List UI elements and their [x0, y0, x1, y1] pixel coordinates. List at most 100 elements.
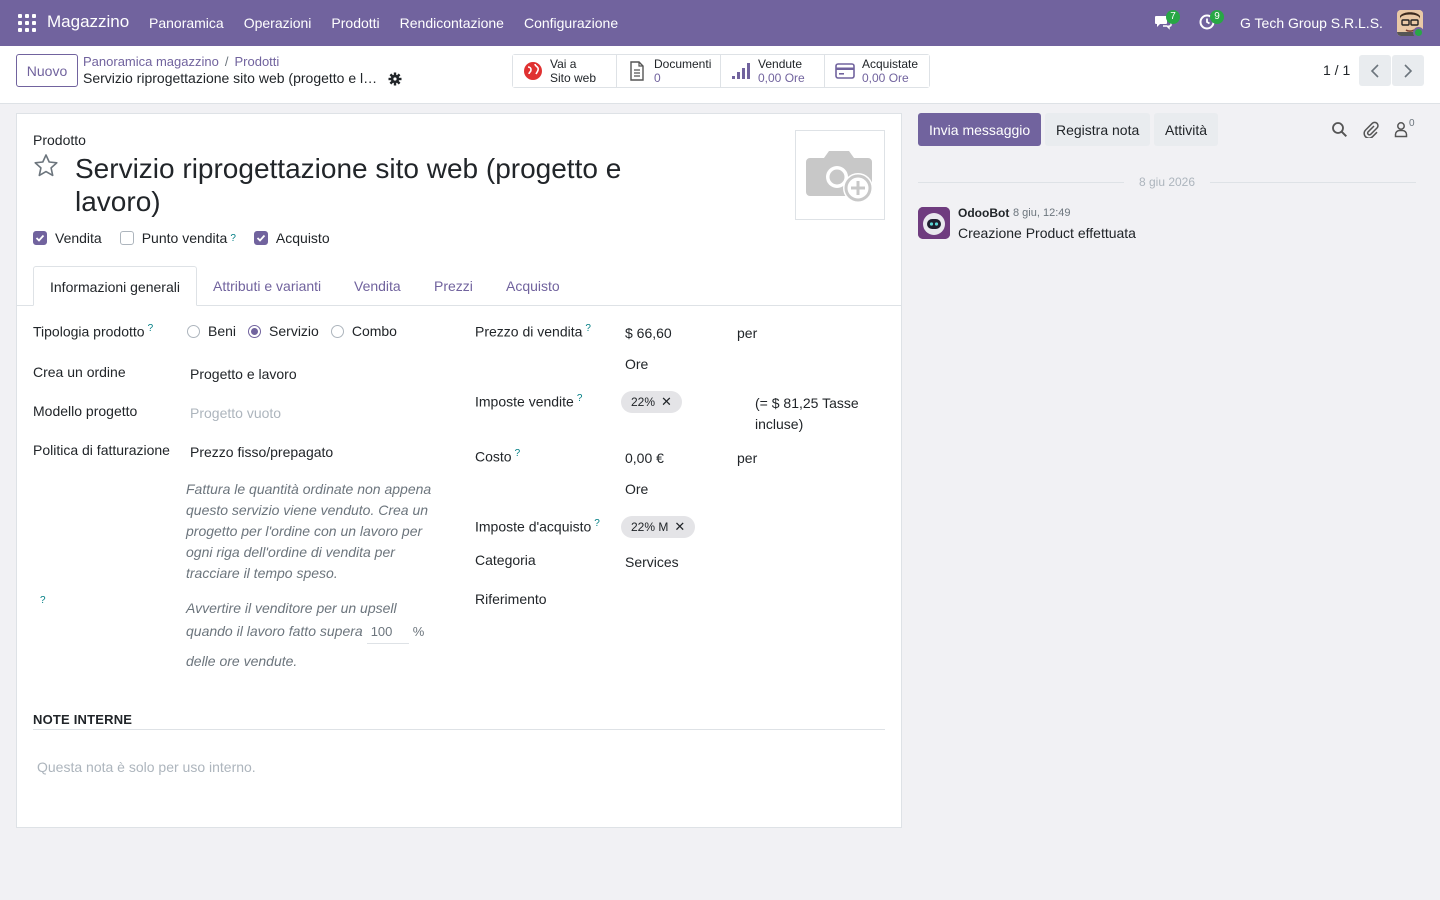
sales-tax-tag[interactable]: 22% ✕	[621, 391, 682, 413]
radio-combo-circle[interactable]	[330, 324, 344, 338]
sale-price-uom[interactable]: Ore	[625, 356, 648, 372]
favorite-star-icon[interactable]	[33, 153, 59, 179]
product-type-help[interactable]: ?	[148, 323, 154, 334]
purchased-value: 0,00 Ore	[862, 71, 909, 85]
purchased-label: Acquistate	[862, 57, 919, 71]
message-author[interactable]: OdooBot	[958, 206, 1009, 220]
sale-ok-checkbox[interactable]: Vendita	[33, 230, 102, 246]
menu-prodotti[interactable]: Prodotti	[331, 15, 379, 31]
document-icon	[630, 61, 644, 81]
tab-attributes-variants[interactable]: Attributi e varianti	[197, 266, 337, 306]
radio-combo[interactable]: Combo	[330, 323, 397, 339]
radio-goods-circle[interactable]	[187, 324, 200, 338]
documents-label: Documenti	[654, 57, 712, 71]
purchased-smart-button[interactable]: Acquistate 0,00 Ore	[825, 55, 929, 87]
website-line2: Sito web	[550, 71, 597, 85]
sold-value: 0,00 Ore	[758, 71, 805, 85]
remove-tag-icon[interactable]: ✕	[674, 516, 685, 538]
project-template-input[interactable]: Progetto vuoto	[190, 405, 281, 421]
previous-record-button[interactable]	[1359, 55, 1391, 86]
breadcrumb-overview[interactable]: Panoramica magazzino	[83, 54, 219, 69]
documents-smart-button[interactable]: Documenti 0	[617, 55, 721, 87]
breadcrumb-products[interactable]: Prodotti	[234, 54, 279, 69]
messages-button[interactable]: 7	[1154, 10, 1180, 33]
record-title: Servizio riprogettazione sito web (proge…	[83, 70, 383, 86]
upsell-threshold-input[interactable]: 100	[366, 620, 409, 644]
notes-divider	[33, 729, 885, 730]
messages-badge: 7	[1166, 10, 1180, 24]
radio-service-label: Servizio	[269, 323, 319, 339]
pos-help-tooltip[interactable]: ?	[230, 233, 236, 244]
sales-tax-label: Imposte vendite?	[475, 393, 583, 410]
message-body: Creazione Product effettuata	[958, 225, 1136, 241]
send-message-button[interactable]: Invia messaggio	[918, 113, 1042, 146]
product-form-sheet: Prodotto Servizio riprogettazione sito w…	[16, 113, 902, 828]
radio-service-circle[interactable]	[248, 324, 262, 338]
followers-icon[interactable]	[1393, 121, 1410, 138]
app-name[interactable]: Magazzino	[47, 12, 129, 32]
internal-notes-input[interactable]: Questa nota è solo per uso interno.	[37, 759, 256, 775]
category-label: Categoria	[475, 552, 536, 568]
tab-sales[interactable]: Vendita	[338, 266, 417, 306]
purchase-tax-help[interactable]: ?	[594, 518, 600, 529]
sales-tax-help[interactable]: ?	[577, 393, 583, 404]
menu-configurazione[interactable]: Configurazione	[524, 15, 618, 31]
checkbox-pos-box[interactable]	[119, 231, 134, 245]
date-separator-label: 8 giu 2026	[1138, 175, 1196, 189]
pos-checkbox[interactable]: Punto vendita?	[119, 230, 236, 246]
paperclip-icon[interactable]	[1362, 121, 1379, 138]
sale-price-input[interactable]: $ 66,60	[625, 325, 672, 341]
upsell-help-tooltip[interactable]: ?	[40, 595, 46, 606]
date-separator: 8 giu 2026	[918, 174, 1416, 190]
next-record-button[interactable]	[1392, 55, 1424, 86]
checkbox-purchase-label: Acquisto	[275, 230, 330, 246]
chevron-left-icon	[1370, 63, 1379, 78]
log-note-button[interactable]: Registra nota	[1045, 113, 1151, 146]
product-flags: Vendita Punto vendita? Acquisto	[33, 230, 348, 246]
checkbox-sale-box[interactable]	[33, 231, 47, 245]
purchase-ok-checkbox[interactable]: Acquisto	[253, 230, 330, 246]
followers-count: 0	[1409, 118, 1415, 129]
invoicing-policy-select[interactable]: Prezzo fisso/prepagato	[190, 444, 333, 460]
tab-prices[interactable]: Prezzi	[418, 266, 489, 306]
menu-panoramica[interactable]: Panoramica	[149, 15, 224, 31]
sale-price-per: per	[737, 325, 758, 341]
purchase-tax-tag[interactable]: 22% M ✕	[621, 516, 696, 538]
online-status-dot	[1413, 27, 1424, 38]
website-smart-button[interactable]: Vai a Sito web	[513, 55, 617, 87]
odoobot-avatar[interactable]	[918, 207, 950, 239]
purchase-tax-label: Imposte d'acquisto?	[475, 518, 600, 535]
product-image-upload[interactable]	[795, 130, 885, 220]
company-switcher[interactable]: G Tech Group S.R.L.S.	[1240, 15, 1383, 31]
cost-input[interactable]: 0,00 €	[625, 450, 664, 466]
breadcrumb: Panoramica magazzino / Prodotti	[83, 54, 279, 69]
sold-label: Vendute	[758, 57, 803, 71]
create-order-select[interactable]: Progetto e lavoro	[190, 366, 297, 382]
new-button[interactable]: Nuovo	[16, 54, 78, 87]
breadcrumb-separator: /	[224, 54, 229, 69]
sale-price-help[interactable]: ?	[585, 323, 591, 334]
cost-help[interactable]: ?	[515, 448, 521, 459]
activities-button[interactable]: 9	[1198, 10, 1224, 33]
tab-general-info[interactable]: Informazioni generali	[33, 266, 197, 306]
invoicing-policy-label: Politica di fatturazione	[33, 442, 170, 458]
product-type-label: Tipologia prodotto?	[33, 323, 154, 340]
product-name-field[interactable]: Servizio riprogettazione sito web (proge…	[75, 152, 675, 218]
tab-purchase[interactable]: Acquisto	[490, 266, 576, 306]
menu-rendicontazione[interactable]: Rendicontazione	[400, 15, 504, 31]
invoicing-policy-help: Fattura le quantità ordinate non appena …	[186, 481, 432, 581]
sold-smart-button[interactable]: Vendute 0,00 Ore	[721, 55, 825, 87]
reference-input[interactable]	[625, 593, 875, 611]
category-select[interactable]: Services	[625, 554, 679, 570]
radio-goods[interactable]: Beni	[187, 323, 236, 339]
checkbox-purchase-box[interactable]	[253, 231, 268, 245]
pager-value[interactable]: 1 / 1	[1323, 62, 1350, 78]
activities-button[interactable]: Attività	[1154, 113, 1219, 146]
search-icon[interactable]	[1331, 121, 1348, 138]
app-menu-icon[interactable]	[18, 14, 36, 32]
menu-operazioni[interactable]: Operazioni	[244, 15, 312, 31]
gear-icon[interactable]	[388, 72, 402, 86]
remove-tag-icon[interactable]: ✕	[661, 391, 672, 413]
radio-goods-label: Beni	[208, 323, 237, 339]
radio-service[interactable]: Servizio	[248, 323, 319, 339]
